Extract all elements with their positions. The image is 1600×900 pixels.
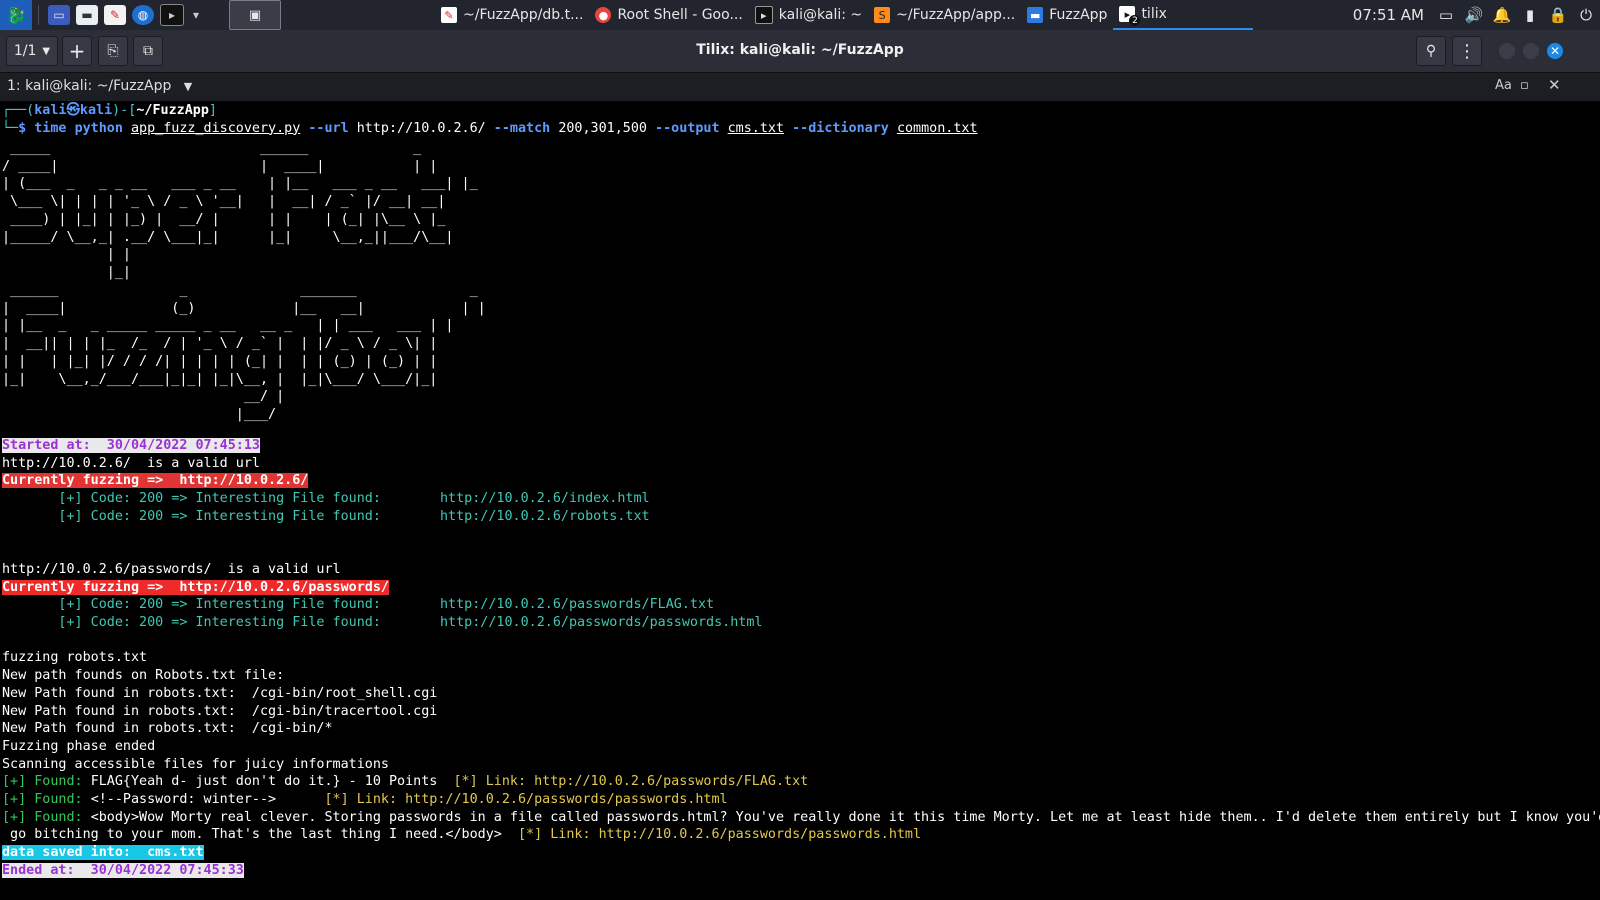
juicy-line-3-cont: go bitching to your mom. That's the last… [2,827,922,843]
robots-line-1: fuzzing robots.txt [2,650,148,666]
tilix-header-bar: 1/1 ▼ + ⎘ ⧉ Tilix: kali@kali: ~/FuzzApp … [0,30,1600,73]
file-manager-icon[interactable]: ▬ [76,5,98,25]
task-label: kali@kali: ~ [778,7,863,23]
task-label: FuzzApp [1049,7,1108,23]
fuzzing-line-2: Currently fuzzing => http://10.0.2.6/pas… [2,579,389,595]
kebab-menu-icon: ⋮ [1458,40,1476,62]
close-terminal-icon[interactable]: ✕ [1548,76,1561,94]
chevron-down-icon[interactable]: ▾ [190,5,202,25]
found-line-2: [+] Code: 200 => Interesting File found:… [2,508,650,524]
maximize-terminal-icon[interactable]: ▫ [1520,78,1529,93]
terminal-title: 1: kali@kali: ~/FuzzApp [7,78,172,94]
juicy-line-3: [+] Found: <body>Wow Morty real clever. … [2,809,1600,825]
valid-url-line-1: http://10.0.2.6/ is a valid url [2,455,260,471]
task-terminal[interactable]: ▸ kali@kali: ~ [749,0,868,30]
workspace-2-button[interactable] [285,1,335,29]
task-label: ~/FuzzApp/db.t... [463,7,584,23]
terminal-output[interactable]: ┌──(kali㉿kali)-[~/FuzzApp] └─$ time pyth… [0,102,1600,900]
panel-separator [38,5,39,25]
task-chrome[interactable]: ● Root Shell - Goo... [589,0,748,30]
text-editor-icon[interactable]: ✎ [104,5,126,25]
workspace-1-button[interactable]: ▣ [229,0,281,30]
window-title: Tilix: kali@kali: ~/FuzzApp [696,42,904,58]
robots-line-4: New Path found in robots.txt: /cgi-bin/t… [2,703,438,719]
power-icon[interactable]: ⏻ [1572,6,1600,24]
task-text-editor[interactable]: ✎ ~/FuzzApp/db.t... [435,0,589,30]
tilix-icon: ▸ 2 [1119,6,1141,26]
task-label: Root Shell - Goo... [617,7,743,23]
juicy-line-2: [+] Found: <!--Password: winter--> [*] L… [2,792,728,807]
show-desktop-icon[interactable]: ▭ [48,5,70,25]
volume-icon[interactable]: 🔊 [1460,6,1488,24]
close-button[interactable]: ✕ [1547,43,1563,59]
sublime-icon: S [874,7,891,23]
found-line-4: [+] Code: 200 => Interesting File found:… [2,615,763,630]
prompt-line-1: ┌──(kali㉿kali)-[~/FuzzApp] [2,103,217,118]
lock-icon[interactable]: 🔒 [1544,6,1572,24]
juicy-line-1: [+] Found: FLAG{Yeah d- just don't do it… [2,774,809,790]
notification-bell-icon[interactable]: 🔔 [1488,6,1516,24]
maximize-button[interactable] [1523,43,1539,59]
panel-clock[interactable]: 07:51 AM [1353,6,1424,24]
task-sublime[interactable]: S ~/FuzzApp/app... [868,0,1021,30]
terminal-icon[interactable]: ▸ [160,4,184,26]
top-panel: 🐉 ▭ ▬ ✎ ◍ ▸ ▾ ▣ ✎ ~/FuzzApp/db.t... ● Ro… [0,0,1600,30]
folder-icon: ▬ [1027,7,1044,23]
ended-line: Ended at: 30/04/2022 07:45:33 [2,862,244,878]
search-icon: ⚲ [1425,43,1437,59]
task-label: tilix [1141,6,1167,22]
window-count-badge: 2 [1129,15,1141,26]
scanning-line: Scanning accessible files for juicy info… [2,756,389,772]
valid-url-line-2: http://10.0.2.6/passwords/ is a valid ur… [2,561,341,577]
command-line: └─$ time python app_fuzz_discovery.py --… [2,120,978,136]
task-label: ~/FuzzApp/app... [896,7,1016,23]
menu-button[interactable]: ⋮ [1452,36,1482,66]
search-button[interactable]: ⚲ [1416,36,1446,66]
battery-icon[interactable]: ▮ [1516,6,1544,24]
close-icon: ✕ [1549,44,1561,58]
found-line-1: [+] Code: 200 => Interesting File found:… [2,491,650,507]
chrome-icon: ● [595,7,612,23]
ascii-banner-super-fast: _____ ______ _ / ____| | ____| | | | (__… [2,141,478,280]
task-folder[interactable]: ▬ FuzzApp [1021,0,1113,30]
display-icon[interactable]: ▭ [1432,6,1460,24]
web-browser-icon[interactable]: ◍ [132,5,154,25]
kali-dragon-icon[interactable]: 🐉 [0,0,32,30]
ascii-banner-fuzzing-tool: ______ _ _______ _ | ____| (_) |__ __| |… [2,283,486,422]
workspace-icon: ▣ [248,7,262,23]
robots-line-3: New Path found in robots.txt: /cgi-bin/r… [2,685,438,701]
text-editor-icon: ✎ [441,7,457,23]
robots-line-5: New Path found in robots.txt: /cgi-bin/* [2,721,333,737]
task-tilix[interactable]: ▸ 2 tilix [1113,0,1254,30]
terminal-title-dropdown[interactable]: 1: kali@kali: ~/FuzzApp ▼ [7,78,192,94]
saved-line: data saved into: cms.txt [2,845,204,861]
started-line: Started at: 30/04/2022 07:45:13 [2,438,260,453]
fuzzing-line-1: Currently fuzzing => http://10.0.2.6/ [2,473,309,489]
terminal-title-bar: 1: kali@kali: ~/FuzzApp ▼ Aa ▫ ✕ [0,73,1600,101]
read-only-icon[interactable]: Aa [1495,78,1512,93]
robots-line-2: New path founds on Robots.txt file: [2,668,285,684]
terminal-icon: ▸ [754,6,773,24]
minimize-button[interactable] [1499,43,1515,59]
phase-ended-line: Fuzzing phase ended [2,738,156,754]
found-line-3: [+] Code: 200 => Interesting File found:… [2,597,715,613]
chevron-down-icon: ▼ [183,80,193,93]
